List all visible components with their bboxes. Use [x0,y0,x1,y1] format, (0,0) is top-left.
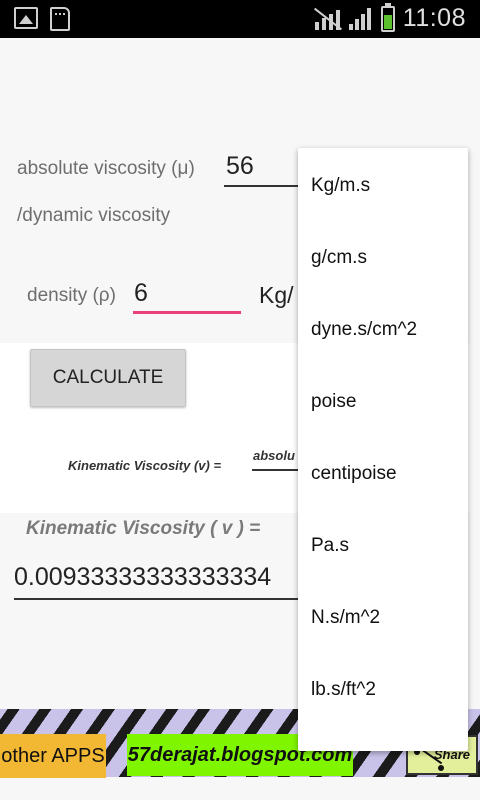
result-label: Kinematic Viscosity ( v ) = [26,518,261,539]
battery-icon [380,2,395,32]
calculate-button[interactable]: CALCULATE [30,349,186,407]
viscosity-input[interactable]: 56 [226,152,254,181]
footer-bottom-strip [0,777,480,800]
dropdown-option-centipoise[interactable]: centipoise [298,438,468,510]
formula-fraction-line [252,469,300,471]
viscosity-unit-dropdown[interactable]: Kg/m.s g/cm.s dyne.s/cm^2 poise centipoi… [298,148,468,751]
clock: 11:08 [402,4,466,32]
dropdown-option-lb-s-ft2[interactable]: lb.s/ft^2 [298,654,468,726]
viscosity-input-underline [224,185,298,187]
formula-numerator: absolu [253,448,295,463]
viscosity-label: absolute viscosity (μ) [17,158,195,179]
image-icon [14,7,38,29]
formula-lhs: Kinematic Viscosity (v) = [68,458,222,473]
result-value[interactable]: 0.00933333333333334 [14,563,304,592]
dropdown-option-pa-s[interactable]: Pa.s [298,510,468,582]
other-apps-button[interactable]: other APPS [0,734,106,778]
density-input-underline [133,311,241,314]
density-input[interactable]: 6 [134,279,148,308]
dropdown-option-dyne-s-cm2[interactable]: dyne.s/cm^2 [298,294,468,366]
sd-card-icon [50,7,70,31]
signal-icon [348,7,373,30]
density-unit-select[interactable]: Kg/ [259,282,294,309]
dropdown-option-g-cm-s[interactable]: g/cm.s [298,222,468,294]
viscosity-label-secondary: /dynamic viscosity [17,205,171,226]
dropdown-option-poise[interactable]: poise [298,366,468,438]
dropdown-option-kg-m-s[interactable]: Kg/m.s [298,150,468,222]
mute-icon [313,7,342,30]
result-underline [14,598,304,600]
density-label: density (ρ) [27,285,116,306]
dropdown-option-n-s-m2[interactable]: N.s/m^2 [298,582,468,654]
status-bar: 11:08 [0,0,480,38]
